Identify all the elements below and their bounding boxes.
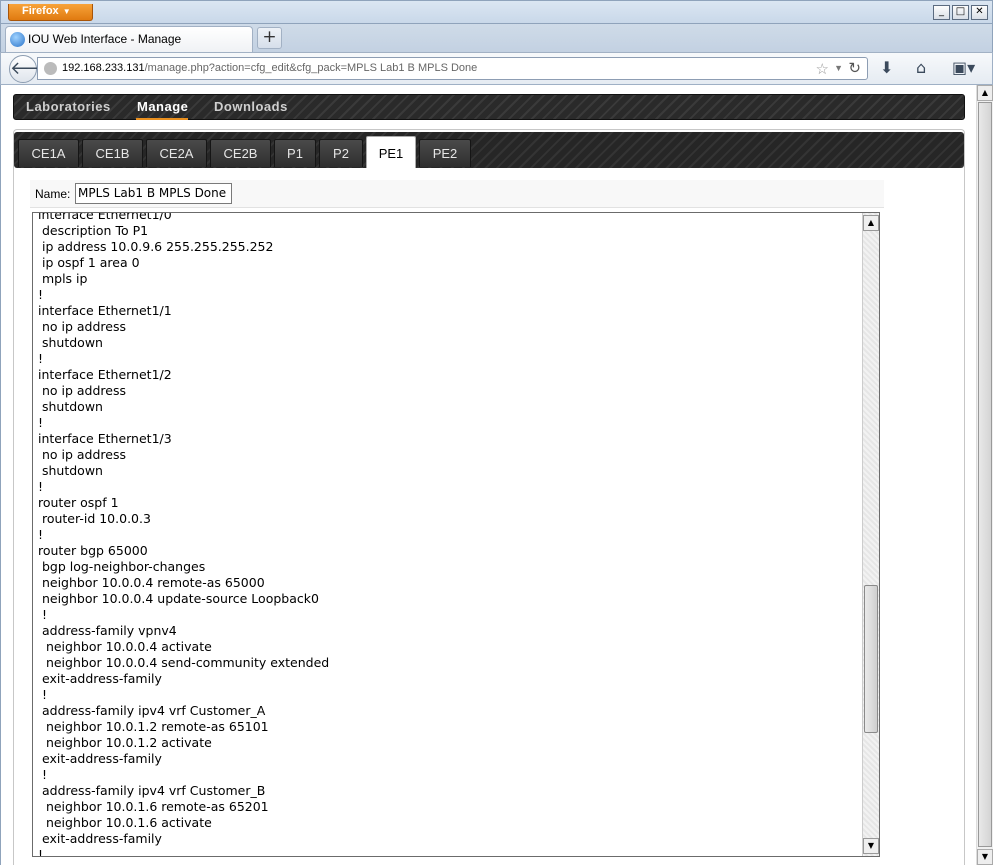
device-tab-bar: CE1A CE1B CE2A CE2B P1 P2 PE1 PE2 (14, 132, 964, 168)
firefox-menu-label: Firefox (22, 5, 59, 17)
config-line: address-family ipv4 vrf Customer_B (38, 783, 266, 798)
config-line: ! (38, 527, 44, 542)
config-line: ! (38, 479, 44, 494)
config-line: exit-address-family (38, 671, 162, 686)
config-line: address-family vpnv4 (38, 623, 177, 638)
config-line: ! (38, 687, 47, 702)
config-line: ! (38, 767, 47, 782)
config-line: ! (38, 607, 47, 622)
config-line: ! (38, 351, 44, 366)
config-line: neighbor 10.0.0.4 update-source Loopback… (38, 591, 319, 606)
config-line: neighbor 10.0.1.6 activate (38, 815, 212, 830)
name-input[interactable]: MPLS Lab1 B MPLS Done (75, 183, 232, 204)
scroll-down-icon[interactable]: ▼ (977, 849, 993, 865)
browser-tab[interactable]: IOU Web Interface - Manage (5, 26, 253, 52)
config-line: neighbor 10.0.1.2 activate (38, 735, 212, 750)
config-line: neighbor 10.0.0.4 send-community extende… (38, 655, 330, 670)
config-line: neighbor 10.0.1.6 remote-as 65201 (38, 799, 269, 814)
tab-ce1a[interactable]: CE1A (18, 139, 79, 167)
config-line: mpls ip (38, 271, 88, 286)
config-line: no ip address (38, 383, 127, 398)
dropdown-icon[interactable]: ▼ (834, 63, 843, 73)
close-button[interactable]: ✕ (971, 5, 988, 20)
config-line: exit-address-family (38, 831, 162, 846)
tab-p2[interactable]: P2 (319, 139, 363, 167)
nav-manage[interactable]: Manage (137, 99, 188, 114)
config-text[interactable]: interface Ethernet1/0 description To P1 … (38, 212, 858, 857)
config-line: ! (38, 415, 44, 430)
browser-tab-strip: IOU Web Interface - Manage + (0, 24, 993, 52)
bookmarks-menu-icon[interactable]: ▣▾ (952, 58, 975, 77)
config-line: no ip address (38, 447, 127, 462)
tab-ce1b[interactable]: CE1B (82, 139, 143, 167)
config-line: description To P1 (38, 223, 149, 238)
config-line: ! (38, 287, 44, 302)
config-scroll-down-icon[interactable]: ▼ (863, 838, 879, 854)
config-line: interface Ethernet1/3 (38, 431, 172, 446)
config-line: shutdown (38, 399, 103, 414)
config-line: neighbor 10.0.0.4 activate (38, 639, 212, 654)
nav-downloads[interactable]: Downloads (214, 99, 288, 114)
config-line: ip ospf 1 area 0 (38, 255, 140, 270)
active-nav-underline (136, 118, 188, 120)
new-tab-button[interactable]: + (257, 27, 282, 49)
tab-pe1[interactable]: PE1 (366, 136, 416, 168)
url-path: /manage.php?action=cfg_edit&cfg_pack=MPL… (144, 62, 478, 74)
bookmark-star-icon[interactable]: ☆ (816, 60, 829, 78)
globe-icon (44, 62, 57, 75)
back-arrow-icon[interactable]: 🡐 (9, 55, 58, 83)
config-line: address-family ipv4 vrf Customer_A (38, 703, 266, 718)
url-bar[interactable]: 192.168.233.131/manage.php?action=cfg_ed… (37, 57, 868, 80)
config-line: ip address 10.0.9.6 255.255.255.252 (38, 239, 274, 254)
config-line: router ospf 1 (38, 495, 119, 510)
firefox-menu-button[interactable]: Firefox ▼ (8, 4, 93, 21)
config-line: ! (38, 847, 44, 857)
minimize-button[interactable]: _ (933, 5, 950, 20)
config-line: interface Ethernet1/0 (38, 212, 172, 222)
name-label: Name: (35, 187, 71, 201)
config-line: shutdown (38, 463, 103, 478)
reload-icon[interactable]: ↻ (848, 59, 861, 77)
navigation-toolbar: 🡐 192.168.233.131/manage.php?action=cfg_… (0, 52, 993, 85)
config-line: neighbor 10.0.0.4 remote-as 65000 (38, 575, 265, 590)
site-favicon-icon (10, 32, 25, 47)
maximize-button[interactable]: □ (952, 5, 969, 20)
nav-laboratories[interactable]: Laboratories (26, 99, 111, 114)
download-arrow-icon[interactable]: ⬇ (880, 58, 893, 77)
window-titlebar: Firefox ▼ _ □ ✕ (0, 0, 993, 24)
home-icon[interactable]: ⌂ (916, 58, 926, 77)
config-scroll-up-icon[interactable]: ▲ (863, 215, 879, 231)
url-host: 192.168.233.131 (62, 62, 145, 74)
tab-ce2a[interactable]: CE2A (146, 139, 207, 167)
config-line: shutdown (38, 335, 103, 350)
config-line: router bgp 65000 (38, 543, 148, 558)
config-line: interface Ethernet1/1 (38, 303, 172, 318)
config-line: interface Ethernet1/2 (38, 367, 172, 382)
page-scroll-thumb[interactable] (978, 102, 992, 847)
config-textarea[interactable]: interface Ethernet1/0 description To P1 … (32, 212, 880, 857)
config-line: router-id 10.0.0.3 (38, 511, 151, 526)
config-line: bgp log-neighbor-changes (38, 559, 206, 574)
config-line: neighbor 10.0.1.2 remote-as 65101 (38, 719, 269, 734)
tab-p1[interactable]: P1 (274, 139, 316, 167)
browser-tab-title: IOU Web Interface - Manage (28, 32, 182, 46)
scroll-up-icon[interactable]: ▲ (977, 85, 993, 101)
config-scrollbar[interactable]: ▲ ▼ (862, 213, 879, 856)
tab-pe2[interactable]: PE2 (419, 139, 471, 167)
config-line: exit-address-family (38, 751, 162, 766)
site-top-nav: Laboratories Manage Downloads (13, 94, 965, 120)
config-scroll-thumb[interactable] (864, 585, 878, 733)
chevron-down-icon: ▼ (62, 7, 71, 16)
page-scrollbar[interactable]: ▲ ▼ (976, 85, 993, 865)
tab-ce2b[interactable]: CE2B (210, 139, 271, 167)
config-line: no ip address (38, 319, 127, 334)
